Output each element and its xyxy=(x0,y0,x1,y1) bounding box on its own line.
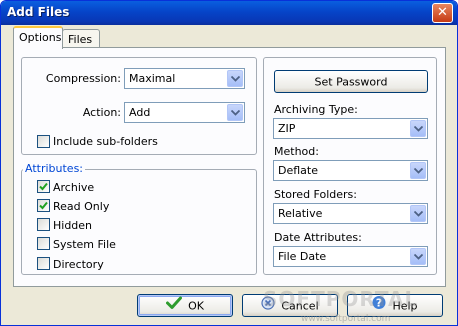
ok-check-icon xyxy=(166,296,183,317)
tab-options-label: Options xyxy=(19,31,62,44)
tab-options[interactable]: Options xyxy=(13,26,63,49)
read-only-label: Read Only xyxy=(53,200,110,213)
method-value: Deflate xyxy=(278,164,318,177)
archiving-type-label: Archiving Type: xyxy=(274,103,358,116)
chevron-down-icon[interactable] xyxy=(410,248,426,265)
checkmark-icon xyxy=(39,201,48,210)
include-subfolders-label: Include sub-folders xyxy=(53,135,158,148)
softportal-watermark-url: www.softportal.com xyxy=(301,314,391,324)
system-file-checkbox[interactable] xyxy=(37,237,50,250)
directory-label: Directory xyxy=(53,258,104,271)
include-subfolders-checkbox[interactable] xyxy=(37,135,50,148)
stored-folders-select[interactable]: Relative xyxy=(273,203,428,224)
title-bar[interactable]: Add Files ✕ xyxy=(1,1,457,25)
set-password-label: Set Password xyxy=(314,75,388,89)
compression-value: Maximal xyxy=(129,72,176,85)
attributes-group-label: Attributes: xyxy=(23,162,86,175)
archiving-type-value: ZIP xyxy=(278,122,296,135)
chevron-down-icon[interactable] xyxy=(410,162,426,179)
compression-select[interactable]: Maximal xyxy=(124,68,245,89)
chevron-down-icon[interactable] xyxy=(410,205,426,222)
softportal-watermark: SOFTPORTAL xyxy=(263,287,419,311)
ok-label: OK xyxy=(188,299,204,313)
window-title: Add Files xyxy=(7,5,70,19)
archiving-type-select[interactable]: ZIP xyxy=(273,118,428,139)
set-password-button[interactable]: Set Password xyxy=(274,70,428,93)
system-file-label: System File xyxy=(53,238,116,251)
date-attributes-label: Date Attributes: xyxy=(274,231,362,244)
archive-label: Archive xyxy=(53,181,95,194)
close-button[interactable]: ✕ xyxy=(432,3,453,23)
hidden-checkbox[interactable] xyxy=(37,218,50,231)
stored-folders-value: Relative xyxy=(278,207,323,220)
stored-folders-label: Stored Folders: xyxy=(274,188,357,201)
date-attributes-value: File Date xyxy=(278,250,327,263)
ok-button[interactable]: OK xyxy=(137,294,233,317)
archive-checkbox[interactable] xyxy=(37,180,50,193)
method-label: Method: xyxy=(274,145,319,158)
tab-files-label: Files xyxy=(68,33,93,46)
checkmark-icon xyxy=(39,182,48,191)
date-attributes-select[interactable]: File Date xyxy=(273,246,428,267)
hidden-label: Hidden xyxy=(53,219,93,232)
directory-checkbox[interactable] xyxy=(37,257,50,270)
method-select[interactable]: Deflate xyxy=(273,160,428,181)
action-select[interactable]: Add xyxy=(124,102,245,123)
tab-files[interactable]: Files xyxy=(62,29,100,49)
chevron-down-icon[interactable] xyxy=(410,120,426,137)
chevron-down-icon[interactable] xyxy=(227,104,243,121)
action-label: Action: xyxy=(82,106,121,119)
read-only-checkbox[interactable] xyxy=(37,199,50,212)
add-files-dialog: Add Files ✕ Options Files Compression: M… xyxy=(0,0,458,326)
compression-label: Compression: xyxy=(45,72,121,85)
close-icon: ✕ xyxy=(437,5,448,20)
chevron-down-icon[interactable] xyxy=(227,70,243,87)
action-value: Add xyxy=(129,106,151,119)
